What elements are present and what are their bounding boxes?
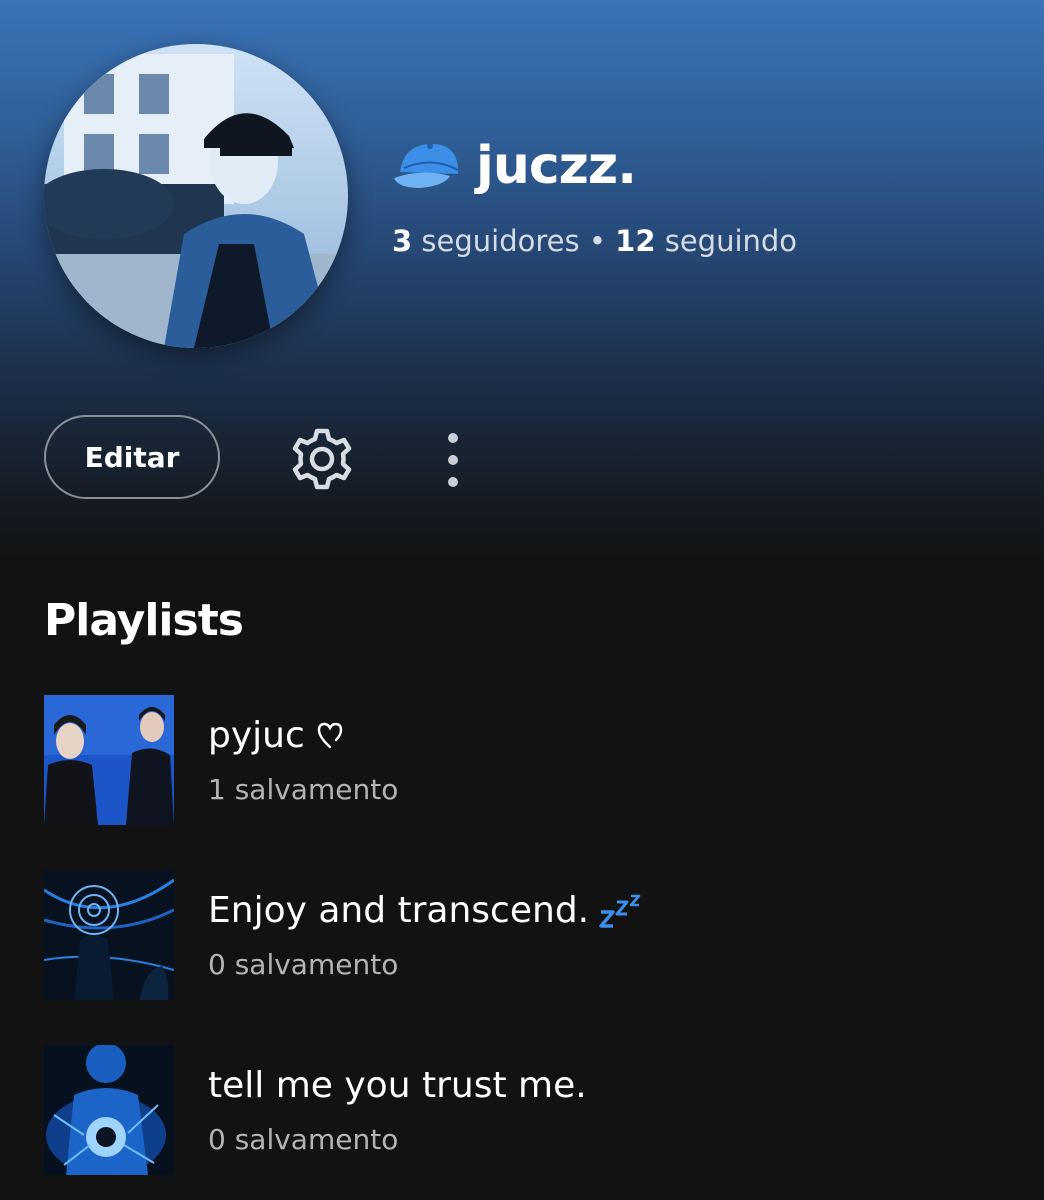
more-vertical-icon[interactable] (438, 430, 468, 490)
heart-outline-icon (317, 722, 342, 748)
playlist-title-row: Enjoy and transcend. (208, 890, 643, 931)
following-label[interactable]: seguindo (665, 224, 797, 258)
stats-separator: • (588, 224, 606, 258)
gear-icon[interactable] (288, 425, 356, 493)
avatar[interactable] (44, 44, 348, 348)
edit-profile-button[interactable]: Editar (44, 415, 220, 499)
playlists-heading: Playlists (44, 595, 244, 646)
zzz-icon (599, 894, 641, 928)
follow-stats: 3 seguidores • 12 seguindo (392, 224, 797, 258)
playlist-title-row: pyjuc (208, 715, 345, 756)
playlist-title-row: tell me you trust me. (208, 1065, 587, 1106)
username: juczz. (476, 136, 637, 196)
playlist-title: tell me you trust me. (208, 1065, 587, 1106)
playlist-title: Enjoy and transcend. (208, 890, 590, 931)
playlist-cover (44, 870, 174, 1000)
playlist-saves: 0 salvamento (208, 948, 399, 981)
profile-name-row: juczz. (392, 130, 637, 202)
followers-label[interactable]: seguidores (421, 224, 579, 258)
playlist-item[interactable]: pyjuc 1 salvamento (44, 695, 944, 827)
blue-cap-icon (394, 143, 459, 188)
playlist-cover (44, 1045, 174, 1175)
playlist-cover (44, 695, 174, 825)
playlist-item[interactable]: tell me you trust me. 0 salvamento (44, 1045, 944, 1177)
playlist-item[interactable]: Enjoy and transcend. 0 salvamento (44, 870, 944, 1002)
avatar-photo (44, 44, 348, 348)
playlist-title: pyjuc (208, 715, 305, 756)
playlist-saves: 1 salvamento (208, 773, 399, 806)
following-count[interactable]: 12 (615, 224, 655, 258)
playlist-saves: 0 salvamento (208, 1123, 399, 1156)
followers-count[interactable]: 3 (392, 224, 412, 258)
